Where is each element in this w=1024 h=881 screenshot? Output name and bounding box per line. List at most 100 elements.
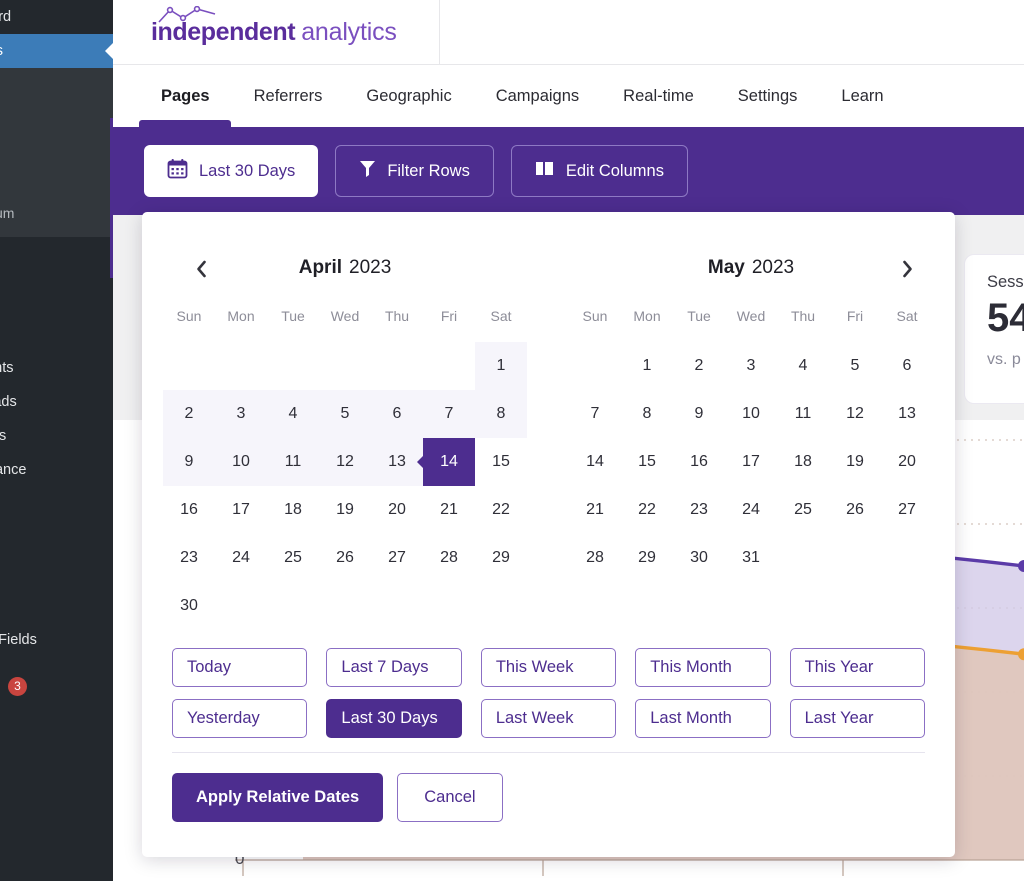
day-cell-may-2[interactable]: 2 — [673, 342, 725, 390]
sidebar-item-updates[interactable]: 3 — [0, 669, 113, 703]
submenu-item-support-forum[interactable]: Forum — [0, 198, 113, 229]
day-cell-april-17[interactable]: 17 — [215, 486, 267, 534]
day-cell-may-11[interactable]: 11 — [777, 390, 829, 438]
preset-last-year[interactable]: Last Year — [789, 699, 926, 738]
day-cell-april-12[interactable]: 12 — [319, 438, 371, 486]
day-cell-may-10[interactable]: 10 — [725, 390, 777, 438]
day-cell-april-9[interactable]: 9 — [163, 438, 215, 486]
day-cell-may-15[interactable]: 15 — [621, 438, 673, 486]
tab-real-time[interactable]: Real-time — [601, 65, 716, 127]
day-cell-april-16[interactable]: 16 — [163, 486, 215, 534]
day-cell-may-8[interactable]: 8 — [621, 390, 673, 438]
day-cell-april-15[interactable]: 15 — [475, 438, 527, 486]
day-cell-may-21[interactable]: 21 — [569, 486, 621, 534]
day-cell-may-25[interactable]: 25 — [777, 486, 829, 534]
sidebar-item-media[interactable]: a — [0, 283, 113, 317]
day-cell-may-12[interactable]: 12 — [829, 390, 881, 438]
day-cell-april-23[interactable]: 23 — [163, 534, 215, 582]
day-cell-may-3[interactable]: 3 — [725, 342, 777, 390]
preset-yesterday[interactable]: Yesterday — [172, 699, 308, 738]
preset-today[interactable]: Today — [172, 648, 308, 687]
day-cell-may-26[interactable]: 26 — [829, 486, 881, 534]
sidebar-item-appearance[interactable]: earance — [0, 453, 113, 487]
day-cell-may-28[interactable]: 28 — [569, 534, 621, 582]
day-cell-april-5[interactable]: 5 — [319, 390, 371, 438]
day-cell-april-29[interactable]: 29 — [475, 534, 527, 582]
day-cell-april-21[interactable]: 21 — [423, 486, 475, 534]
day-cell-may-14[interactable]: 14 — [569, 438, 621, 486]
day-cell-may-20[interactable]: 20 — [881, 438, 933, 486]
submenu-item-statistics[interactable]: s — [0, 74, 113, 105]
day-cell-may-6[interactable]: 6 — [881, 342, 933, 390]
tab-referrers[interactable]: Referrers — [232, 65, 345, 127]
submenu-item-blank[interactable] — [0, 136, 113, 167]
preset-last-7-days[interactable]: Last 7 Days — [326, 648, 462, 687]
collapse-menu-button[interactable] — [0, 851, 113, 881]
submenu-item-contact-us[interactable]: Us — [0, 167, 113, 198]
sidebar-item-analytics[interactable]: ytics — [0, 34, 113, 68]
day-cell-may-24[interactable]: 24 — [725, 486, 777, 534]
day-cell-april-11[interactable]: 11 — [267, 438, 319, 486]
tab-pages[interactable]: Pages — [139, 65, 232, 127]
day-cell-may-23[interactable]: 23 — [673, 486, 725, 534]
day-cell-april-25[interactable]: 25 — [267, 534, 319, 582]
date-range-button[interactable]: Last 30 Days — [144, 145, 319, 197]
day-cell-april-19[interactable]: 19 — [319, 486, 371, 534]
sidebar-item-custom-fields[interactable]: om Fields — [0, 623, 113, 657]
day-cell-may-5[interactable]: 5 — [829, 342, 881, 390]
next-month-button[interactable] — [892, 254, 922, 284]
edit-columns-button[interactable]: Edit Columns — [510, 145, 688, 197]
preset-this-month[interactable]: This Month — [635, 648, 771, 687]
preset-this-week[interactable]: This Week — [480, 648, 617, 687]
tab-settings[interactable]: Settings — [716, 65, 820, 127]
day-cell-april-8[interactable]: 8 — [475, 390, 527, 438]
sidebar-item-tools[interactable]: s — [0, 555, 113, 589]
sidebar-item-posts[interactable]: s — [0, 249, 113, 283]
day-cell-may-17[interactable]: 17 — [725, 438, 777, 486]
preset-last-month[interactable]: Last Month — [635, 699, 771, 738]
day-cell-april-7[interactable]: 7 — [423, 390, 475, 438]
day-cell-may-9[interactable]: 9 — [673, 390, 725, 438]
day-cell-may-27[interactable]: 27 — [881, 486, 933, 534]
sidebar-item-comments[interactable]: ments — [0, 351, 113, 385]
sidebar-item-downloads[interactable]: nloads — [0, 385, 113, 419]
day-cell-may-19[interactable]: 19 — [829, 438, 881, 486]
day-cell-april-26[interactable]: 26 — [319, 534, 371, 582]
day-cell-may-31[interactable]: 31 — [725, 534, 777, 582]
preset-last-week[interactable]: Last Week — [480, 699, 617, 738]
sidebar-item-forms[interactable]: orms — [0, 419, 113, 453]
day-cell-april-28[interactable]: 28 — [423, 534, 475, 582]
day-cell-april-6[interactable]: 6 — [371, 390, 423, 438]
day-cell-may-29[interactable]: 29 — [621, 534, 673, 582]
day-cell-may-16[interactable]: 16 — [673, 438, 725, 486]
tab-geographic[interactable]: Geographic — [344, 65, 473, 127]
day-cell-may-1[interactable]: 1 — [621, 342, 673, 390]
submenu-item-track[interactable]: k — [0, 105, 113, 136]
day-cell-april-14[interactable]: 14 — [423, 438, 475, 486]
day-cell-april-18[interactable]: 18 — [267, 486, 319, 534]
day-cell-april-1[interactable]: 1 — [475, 342, 527, 390]
cancel-button[interactable]: Cancel — [397, 773, 503, 822]
day-cell-may-7[interactable]: 7 — [569, 390, 621, 438]
sidebar-item-pages[interactable]: s — [0, 317, 113, 351]
apply-relative-dates-button[interactable]: Apply Relative Dates — [172, 773, 384, 822]
day-cell-may-18[interactable]: 18 — [777, 438, 829, 486]
day-cell-april-10[interactable]: 10 — [215, 438, 267, 486]
tab-learn[interactable]: Learn — [819, 65, 905, 127]
filter-rows-button[interactable]: Filter Rows — [335, 145, 494, 197]
day-cell-april-13[interactable]: 13 — [371, 438, 423, 486]
day-cell-april-2[interactable]: 2 — [163, 390, 215, 438]
preset-last-30-days[interactable]: Last 30 Days — [326, 699, 462, 738]
day-cell-may-13[interactable]: 13 — [881, 390, 933, 438]
day-cell-april-4[interactable]: 4 — [267, 390, 319, 438]
tab-campaigns[interactable]: Campaigns — [474, 65, 601, 127]
sidebar-item-users[interactable]: s — [0, 521, 113, 555]
day-cell-april-3[interactable]: 3 — [215, 390, 267, 438]
day-cell-may-4[interactable]: 4 — [777, 342, 829, 390]
day-cell-may-22[interactable]: 22 — [621, 486, 673, 534]
sidebar-item-settings[interactable]: ngs — [0, 589, 113, 623]
day-cell-april-24[interactable]: 24 — [215, 534, 267, 582]
sidebar-item-dashboard[interactable]: board — [0, 0, 113, 34]
preset-this-year[interactable]: This Year — [789, 648, 926, 687]
day-cell-may-30[interactable]: 30 — [673, 534, 725, 582]
